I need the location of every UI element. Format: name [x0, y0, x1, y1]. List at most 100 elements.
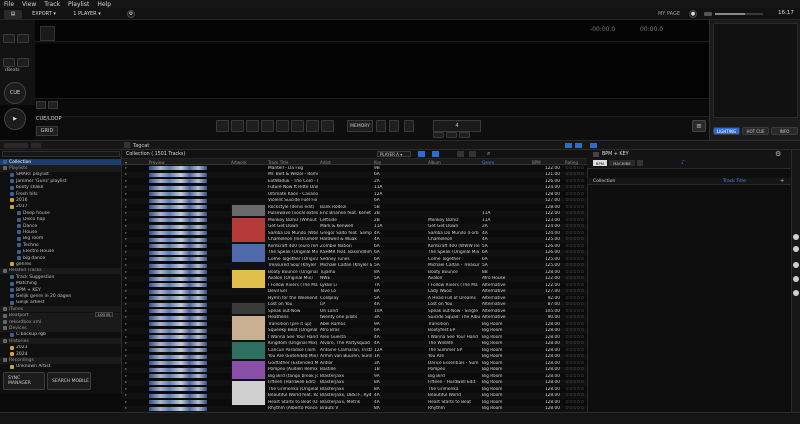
- rating-stars[interactable]: ☆☆☆☆☆: [565, 354, 584, 359]
- sidebar-item[interactable]: 2023: [0, 345, 121, 351]
- sidebar-item[interactable]: 2017: [0, 204, 121, 210]
- related-tab-bpm[interactable]: BPM: [593, 160, 607, 166]
- sidebar-item[interactable]: Matching: [0, 281, 121, 287]
- rating-stars[interactable]: ☆☆☆☆☆: [565, 270, 584, 275]
- pad-3[interactable]: [246, 120, 259, 132]
- preview-waveform[interactable]: [149, 192, 207, 197]
- sidebar-item[interactable]: 2024: [0, 351, 121, 357]
- preview-waveform[interactable]: [149, 335, 207, 340]
- rating-stars[interactable]: ☆☆☆☆☆: [565, 276, 584, 281]
- sidebar-item[interactable]: big dance: [0, 255, 121, 261]
- preview-waveform[interactable]: [149, 211, 207, 216]
- rating-stars[interactable]: ☆☆☆☆☆: [565, 374, 584, 379]
- menu-help[interactable]: Help: [97, 1, 111, 8]
- search-forward-button[interactable]: [17, 58, 29, 67]
- user-icon[interactable]: ●: [689, 10, 697, 18]
- preview-waveform[interactable]: [149, 231, 207, 236]
- sidebar-item[interactable]: Collection: [0, 159, 121, 166]
- main-waveform[interactable]: [35, 44, 709, 99]
- rating-stars[interactable]: ☆☆☆☆☆: [565, 322, 584, 327]
- preview-waveform[interactable]: [149, 172, 207, 177]
- sidebar-item[interactable]: Big room: [0, 236, 121, 242]
- zoom-in-button[interactable]: [48, 101, 58, 109]
- preview-waveform[interactable]: [149, 302, 207, 307]
- strip-icon-2[interactable]: [793, 246, 799, 252]
- related-add-icon[interactable]: +: [780, 178, 784, 184]
- preview-waveform[interactable]: [149, 387, 207, 392]
- sort-icon[interactable]: [469, 151, 476, 157]
- loop-length[interactable]: 4: [433, 120, 481, 132]
- column-mode-icon[interactable]: [432, 151, 439, 157]
- zoom-out-button[interactable]: [36, 101, 46, 109]
- rating-stars[interactable]: ☆☆☆☆☆: [565, 172, 584, 177]
- preview-waveform[interactable]: [149, 374, 207, 379]
- search-icon[interactable]: ⌕: [487, 150, 490, 158]
- col-artist[interactable]: Artist: [320, 160, 331, 165]
- cue-button[interactable]: CUE: [4, 82, 26, 104]
- loop-halve-button[interactable]: [433, 132, 444, 138]
- col-bpm[interactable]: BPM: [532, 160, 541, 165]
- menu-playlist[interactable]: Playlist: [68, 1, 89, 8]
- preview-waveform[interactable]: [149, 400, 207, 405]
- rating-stars[interactable]: ☆☆☆☆☆: [565, 309, 584, 314]
- sidebar-item[interactable]: booty shake: [0, 185, 121, 191]
- preview-waveform[interactable]: [149, 205, 207, 210]
- rating-stars[interactable]: ☆☆☆☆☆: [565, 263, 584, 268]
- preview-waveform[interactable]: [149, 406, 207, 411]
- browser-tab[interactable]: Tagcat: [133, 143, 149, 149]
- col-album[interactable]: Album: [428, 160, 441, 165]
- memory-delete-button[interactable]: [404, 120, 414, 132]
- preview-waveform[interactable]: [149, 283, 207, 288]
- gear-icon[interactable]: ⚙: [127, 10, 135, 18]
- pad-2[interactable]: [231, 120, 244, 132]
- memory-prev-button[interactable]: [376, 120, 386, 132]
- master-volume-slider[interactable]: [715, 13, 763, 15]
- preview-waveform[interactable]: [149, 224, 207, 229]
- sidebar-item[interactable]: Deep house: [0, 210, 121, 216]
- strip-icon-1[interactable]: [793, 234, 799, 240]
- preview-waveform[interactable]: [149, 198, 207, 203]
- prev-track-button[interactable]: [3, 34, 15, 43]
- rating-stars[interactable]: ☆☆☆☆☆: [565, 192, 584, 197]
- login-button[interactable]: LOG IN: [95, 312, 113, 317]
- sidebar-item[interactable]: Playlists: [0, 165, 121, 172]
- sidebar-item[interactable]: Recordings: [0, 357, 121, 364]
- sidebar-item[interactable]: Gelijk genre in 20 dagen: [0, 293, 121, 299]
- strip-icon-3[interactable]: [793, 262, 799, 268]
- sidebar-item[interactable]: Techno: [0, 242, 121, 248]
- rating-stars[interactable]: ☆☆☆☆☆: [565, 367, 584, 372]
- sidebar-item[interactable]: genres: [0, 261, 121, 267]
- tab-info[interactable]: INFO: [771, 127, 798, 135]
- col-key[interactable]: Key: [374, 160, 381, 165]
- sidebar-item[interactable]: 2016: [0, 197, 121, 203]
- preview-waveform[interactable]: [149, 179, 207, 184]
- rating-stars[interactable]: ☆☆☆☆☆: [565, 380, 584, 385]
- col-genre[interactable]: Genre: [482, 160, 494, 165]
- related-settings-icon[interactable]: ⚙: [775, 150, 781, 158]
- preview-waveform[interactable]: [149, 348, 207, 353]
- rating-stars[interactable]: ☆☆☆☆☆: [565, 406, 584, 411]
- rating-stars[interactable]: ☆☆☆☆☆: [565, 361, 584, 366]
- menu-file[interactable]: File: [4, 1, 14, 8]
- pad-6[interactable]: [291, 120, 304, 132]
- grid-view-icon[interactable]: [565, 143, 572, 148]
- preview-waveform[interactable]: [149, 289, 207, 294]
- rating-stars[interactable]: ☆☆☆☆☆: [565, 179, 584, 184]
- rating-stars[interactable]: ☆☆☆☆☆: [565, 289, 584, 294]
- sidebar-item[interactable]: Jammer 'Gunz' playlist: [0, 178, 121, 184]
- col-track-title[interactable]: Track Title: [268, 160, 288, 165]
- list-view-icon[interactable]: [575, 143, 582, 148]
- rating-stars[interactable]: ☆☆☆☆☆: [565, 205, 584, 210]
- preview-waveform[interactable]: [149, 328, 207, 333]
- deck-menu-icon[interactable]: ≡: [692, 120, 706, 132]
- sidebar-item[interactable]: rekordbox xml: [0, 319, 121, 326]
- preview-waveform[interactable]: [149, 185, 207, 190]
- col-artwork[interactable]: Artwork: [231, 160, 247, 165]
- sidebar-item[interactable]: Histories: [0, 338, 121, 345]
- strip-icon-4[interactable]: [793, 276, 799, 282]
- related-track-title-col[interactable]: Track Title: [723, 179, 746, 184]
- preview-waveform[interactable]: [149, 367, 207, 372]
- sidebar-item[interactable]: Dance: [0, 223, 121, 229]
- filter-icon[interactable]: [457, 151, 464, 157]
- my-page-link[interactable]: MY PAGE: [655, 10, 683, 19]
